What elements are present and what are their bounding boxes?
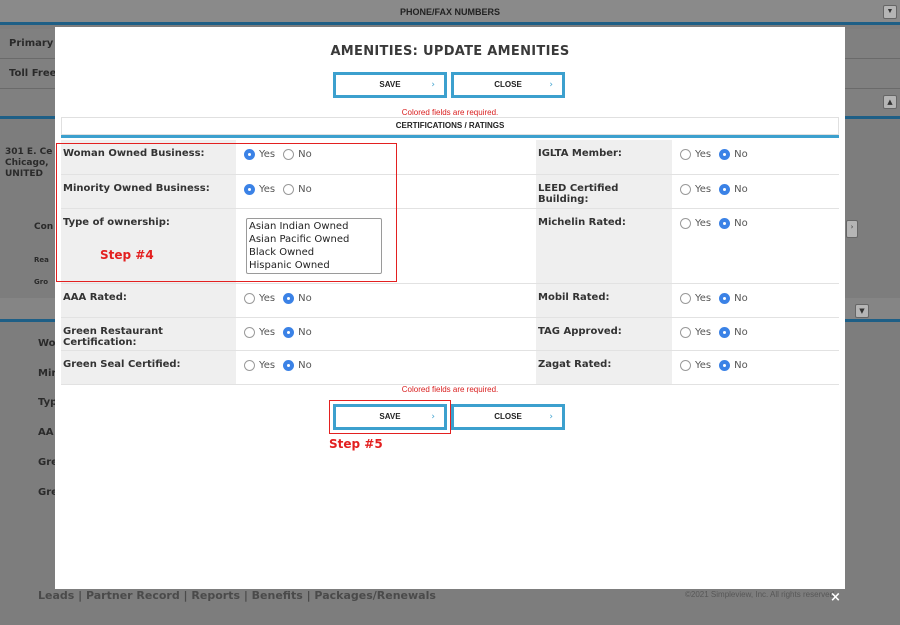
- no-label: No: [734, 217, 748, 229]
- bg-label-wo: Wo: [38, 338, 56, 349]
- expand-icon[interactable]: ▲: [883, 95, 897, 109]
- aaa-rated-no-radio[interactable]: [283, 292, 295, 304]
- table-row: AAA Rated: Yes No Mobil Rated: Yes No: [61, 283, 839, 318]
- no-label: No: [734, 359, 748, 371]
- no-label: No: [298, 326, 312, 338]
- green-restaurant-no-radio[interactable]: [283, 326, 295, 338]
- leed-radios: Yes No: [672, 183, 839, 195]
- step5-highlight: [329, 400, 451, 434]
- yes-label: Yes: [259, 292, 276, 304]
- section-header: CERTIFICATIONS / RATINGS: [61, 117, 839, 135]
- yes-label: Yes: [695, 183, 712, 195]
- close-label: CLOSE: [494, 80, 522, 89]
- bg-label-rea: Rea: [34, 256, 49, 264]
- mobil-radios: Yes No: [672, 292, 839, 304]
- bg-label-tollfree: Toll Free: [9, 68, 57, 79]
- tag-label: TAG Approved:: [536, 317, 672, 351]
- bg-label-primary: Primary: [9, 38, 54, 49]
- no-label: No: [734, 149, 748, 160]
- chevron-right-icon: ›: [549, 412, 553, 422]
- yes-label: Yes: [695, 149, 712, 160]
- yes-label: Yes: [259, 359, 276, 371]
- step4-label: Step #4: [100, 248, 154, 262]
- close-button-bottom[interactable]: CLOSE ›: [451, 404, 565, 430]
- mobil-no-radio[interactable]: [719, 292, 731, 304]
- tag-yes-radio[interactable]: [680, 326, 691, 338]
- green-restaurant-radios: Yes No: [236, 326, 536, 338]
- close-label: CLOSE: [494, 412, 522, 421]
- bg-label-gro: Gro: [34, 278, 49, 286]
- green-seal-yes-radio[interactable]: [244, 359, 255, 371]
- chevron-right-icon: ›: [549, 80, 553, 90]
- leed-no-radio[interactable]: [719, 183, 731, 195]
- green-restaurant-yes-radio[interactable]: [244, 326, 255, 338]
- section-divider: [61, 135, 839, 138]
- leed-label: LEED Certified Building:: [536, 174, 672, 209]
- mobil-yes-radio[interactable]: [680, 292, 691, 304]
- zagat-radios: Yes No: [672, 359, 839, 371]
- save-button-top[interactable]: SAVE ›: [333, 72, 447, 98]
- close-icon[interactable]: ×: [830, 590, 841, 605]
- iglta-no-radio[interactable]: [719, 149, 731, 160]
- green-restaurant-label: Green Restaurant Certification:: [61, 317, 236, 351]
- save-label: SAVE: [379, 80, 401, 89]
- green-seal-no-radio[interactable]: [283, 359, 295, 371]
- no-label: No: [734, 183, 748, 195]
- no-label: No: [734, 326, 748, 338]
- zagat-yes-radio[interactable]: [680, 359, 691, 371]
- green-seal-label: Green Seal Certified:: [61, 350, 236, 385]
- yes-label: Yes: [695, 217, 712, 229]
- bg-label-con: Con: [34, 222, 54, 232]
- tag-no-radio[interactable]: [719, 326, 731, 338]
- required-note-top: Colored fields are required.: [401, 108, 499, 117]
- collapse-icon[interactable]: ▼: [883, 5, 897, 19]
- yes-label: Yes: [695, 359, 712, 371]
- modal-title: AMENITIES: UPDATE AMENITIES: [330, 44, 570, 59]
- michelin-radios: Yes No: [672, 217, 839, 229]
- iglta-radios: Yes No: [672, 149, 839, 160]
- zagat-label: Zagat Rated:: [536, 350, 672, 385]
- bg-address-1: 301 E. Ce: [5, 147, 53, 157]
- no-label: No: [298, 359, 312, 371]
- table-row: Green Restaurant Certification: Yes No T…: [61, 317, 839, 351]
- copyright: ©2021 Simpleview, Inc. All rights reserv…: [685, 590, 837, 599]
- michelin-no-radio[interactable]: [719, 217, 731, 229]
- yes-label: Yes: [259, 326, 276, 338]
- iglta-label: IGLTA Member:: [536, 140, 672, 175]
- leed-yes-radio[interactable]: [680, 183, 691, 195]
- phone-fax-header: PHONE/FAX NUMBERS ▼: [0, 0, 900, 25]
- no-label: No: [298, 292, 312, 304]
- collapse-icon-2[interactable]: ▼: [855, 304, 869, 318]
- close-button-top[interactable]: CLOSE ›: [451, 72, 565, 98]
- footer-nav[interactable]: Leads | Partner Record | Reports | Benef…: [38, 589, 436, 602]
- iglta-yes-radio[interactable]: [680, 149, 691, 160]
- bg-chevron-icon[interactable]: ›: [846, 220, 858, 238]
- bg-address-3: UNITED: [5, 169, 43, 179]
- phone-fax-title: PHONE/FAX NUMBERS: [399, 7, 500, 17]
- green-seal-radios: Yes No: [236, 359, 536, 371]
- michelin-label: Michelin Rated:: [536, 208, 672, 284]
- no-label: No: [734, 292, 748, 304]
- yes-label: Yes: [695, 292, 712, 304]
- chevron-right-icon: ›: [431, 80, 435, 90]
- bg-label-mir: Mir: [38, 368, 57, 379]
- required-note-bottom: Colored fields are required.: [401, 385, 499, 394]
- aaa-rated-radios: Yes No: [236, 292, 536, 304]
- michelin-yes-radio[interactable]: [680, 217, 691, 229]
- bg-address-2: Chicago,: [5, 158, 49, 168]
- aaa-rated-yes-radio[interactable]: [244, 292, 255, 304]
- zagat-no-radio[interactable]: [719, 359, 731, 371]
- mobil-label: Mobil Rated:: [536, 283, 672, 318]
- bg-label-aa: AA: [38, 427, 54, 438]
- table-row: Green Seal Certified: Yes No Zagat Rated…: [61, 350, 839, 385]
- yes-label: Yes: [695, 326, 712, 338]
- aaa-rated-label: AAA Rated:: [61, 283, 236, 318]
- amenities-modal: AMENITIES: UPDATE AMENITIES SAVE › CLOSE…: [55, 27, 845, 589]
- tag-radios: Yes No: [672, 326, 839, 338]
- step5-label: Step #5: [329, 437, 383, 451]
